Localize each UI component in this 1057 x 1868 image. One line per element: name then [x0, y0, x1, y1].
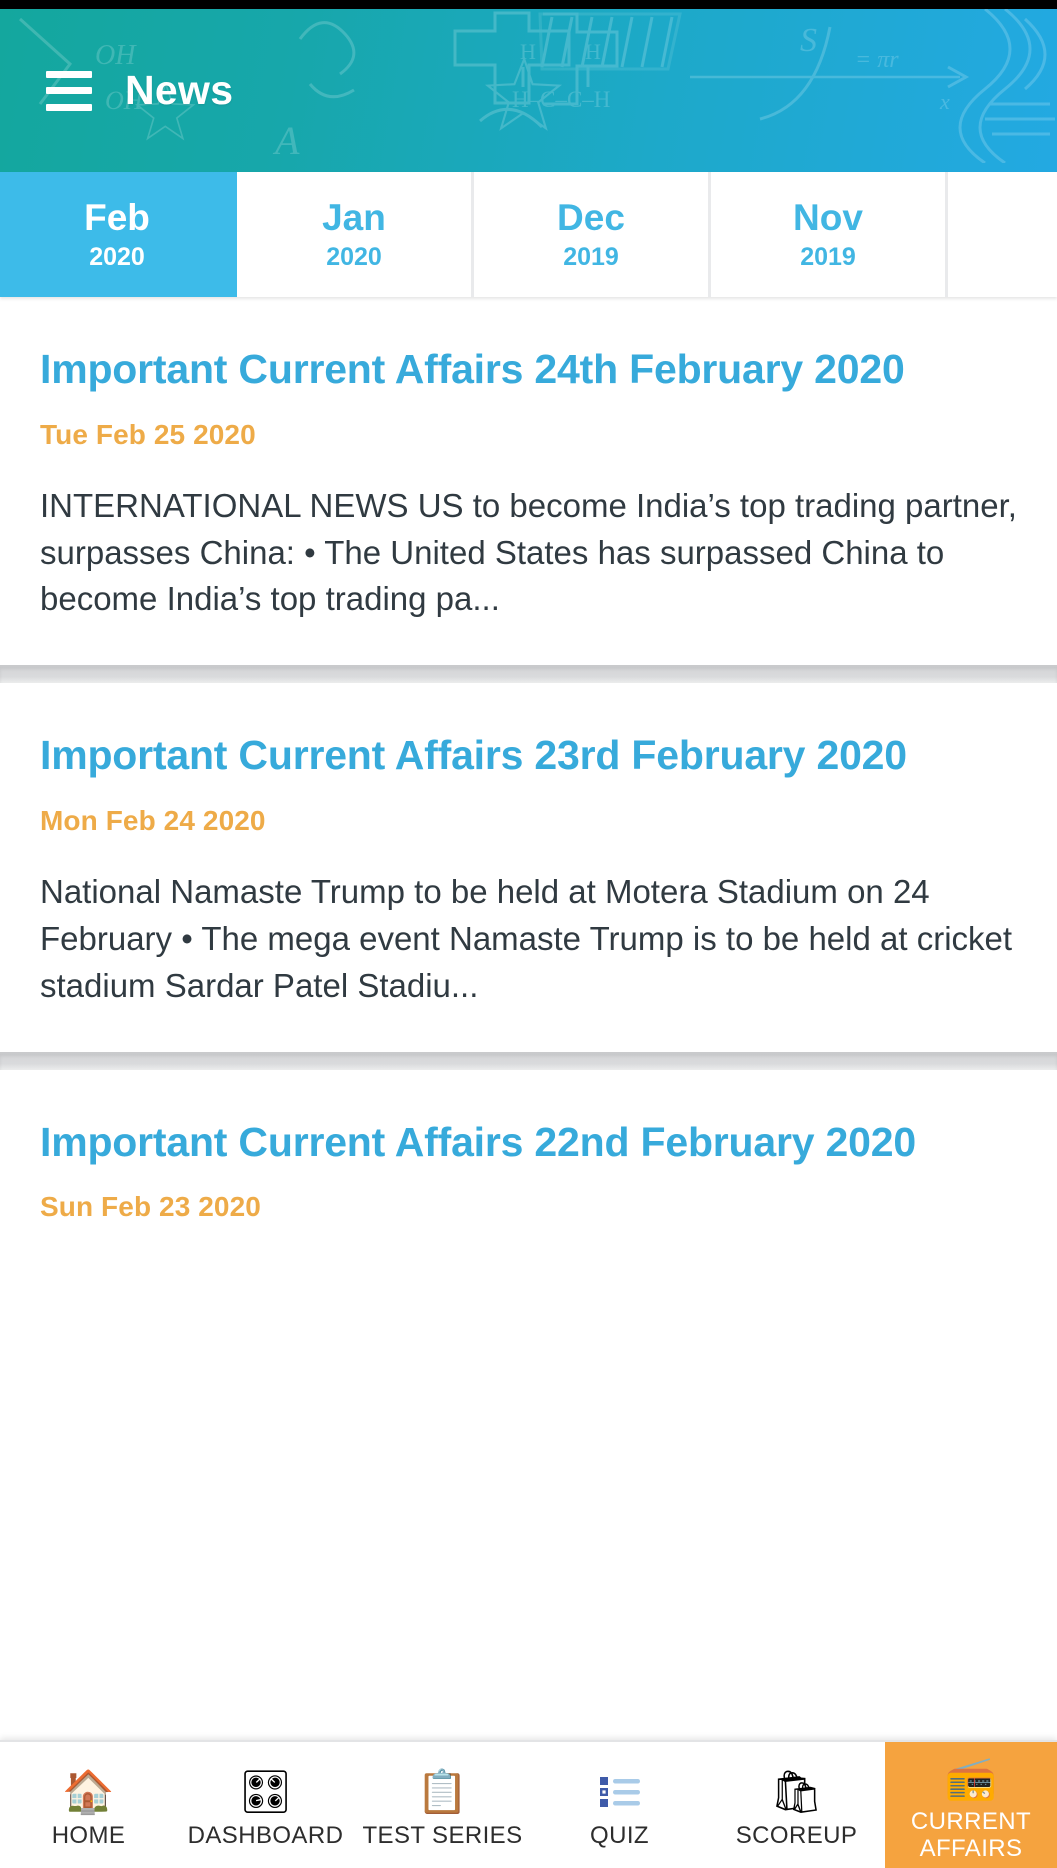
news-card-title[interactable]: Important Current Affairs 22nd February … — [40, 1116, 1017, 1170]
hamburger-menu-icon[interactable] — [46, 70, 92, 111]
news-article-list: Important Current Affairs 24th February … — [0, 297, 1057, 1266]
tab-feb-2020[interactable]: Feb 2020 — [0, 172, 237, 297]
clipboard-grade-icon: 📋 — [416, 1767, 469, 1815]
tab-year-label: 2019 — [800, 242, 856, 271]
news-card[interactable]: Important Current Affairs 23rd February … — [0, 683, 1057, 1052]
nav-item-label: HOME — [51, 1821, 126, 1849]
status-bar — [0, 0, 1057, 9]
news-card[interactable]: Important Current Affairs 24th February … — [0, 297, 1057, 666]
tab-year-label: 2020 — [89, 242, 145, 271]
news-card-excerpt: INTERNATIONAL NEWS US to become India’s … — [40, 486, 1017, 618]
nav-item-scoreup[interactable]: 🛍 SCOREUP — [708, 1742, 885, 1868]
news-card-date: Mon Feb 24 2020 — [40, 804, 266, 836]
tab-month-label: Nov — [793, 197, 863, 239]
nav-item-label: QUIZ — [590, 1821, 649, 1849]
nav-item-quiz[interactable]: QUIZ — [531, 1742, 708, 1868]
month-tab-bar[interactable]: Feb 2020 Jan 2020 Dec 2019 Nov 2019 — [0, 172, 1057, 297]
bullet-list-icon — [599, 1767, 641, 1817]
nav-item-home[interactable]: 🏠 HOME — [0, 1742, 177, 1868]
app-header: OH OH A H H H–C–C–H x S = πr News — [0, 9, 1057, 172]
news-card-excerpt: National Namaste Trump to be held at Mot… — [40, 872, 1013, 1004]
tab-jan-2020[interactable]: Jan 2020 — [237, 172, 474, 297]
tab-nov-2019[interactable]: Nov 2019 — [711, 172, 948, 297]
tab-year-label: 2020 — [326, 242, 382, 271]
nav-item-current-affairs[interactable]: 📻 CURRENT AFFAIRS — [885, 1742, 1057, 1868]
tab-month-label: Dec — [557, 197, 625, 239]
nav-item-test-series[interactable]: 📋 TEST SERIES — [354, 1742, 531, 1868]
news-card-date: Tue Feb 25 2020 — [40, 418, 256, 450]
card-divider — [0, 1051, 1057, 1070]
tab-month-label: Feb — [84, 197, 150, 239]
bullet-list-icon-svg — [599, 1776, 640, 1807]
news-card-date: Sun Feb 23 2020 — [40, 1191, 261, 1223]
tab-month-label: Jan — [322, 197, 386, 239]
news-card-title[interactable]: Important Current Affairs 24th February … — [40, 343, 1017, 397]
app-root: OH OH A H H H–C–C–H x S = πr News Feb 20… — [0, 0, 1057, 1868]
bottom-navigation-bar[interactable]: 🏠 HOME 🎛 DASHBOARD 📋 TEST SERIES QUIZ 🛍 … — [0, 1740, 1057, 1868]
news-card[interactable]: Important Current Affairs 22nd February … — [0, 1069, 1057, 1266]
tab-year-label: 2019 — [563, 242, 619, 271]
page-title: News — [125, 67, 234, 113]
header-row: News — [0, 9, 1057, 172]
gauge-icon: 🎛 — [238, 1767, 293, 1815]
radio-icon: 📻 — [944, 1754, 998, 1802]
nav-item-label: DASHBOARD — [187, 1821, 344, 1849]
card-divider — [0, 665, 1057, 684]
nav-item-label: SCOREUP — [735, 1821, 858, 1849]
news-card-title[interactable]: Important Current Affairs 23rd February … — [40, 729, 1017, 783]
nav-item-label: TEST SERIES — [362, 1821, 523, 1849]
nav-item-dashboard[interactable]: 🎛 DASHBOARD — [177, 1742, 354, 1868]
house-icon: 🏠 — [62, 1767, 115, 1815]
shopping-bag-icon: 🛍 — [769, 1767, 824, 1815]
tab-dec-2019[interactable]: Dec 2019 — [474, 172, 711, 297]
nav-item-label: CURRENT AFFAIRS — [910, 1808, 1032, 1862]
